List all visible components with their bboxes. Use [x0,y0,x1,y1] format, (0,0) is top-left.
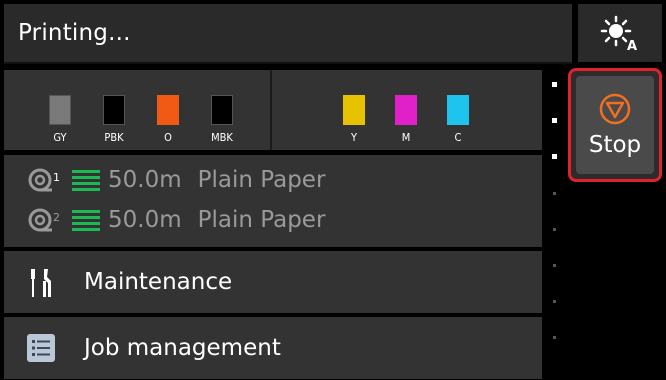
display-settings-button[interactable]: A [578,4,662,62]
ink-color-swatch [343,95,365,125]
job-list-icon [24,331,58,365]
paper-level-indicator [72,169,100,191]
scroll-indicator [550,80,560,370]
ink-color-swatch [395,95,417,125]
stop-icon [599,93,631,125]
maintenance-label: Maintenance [84,269,233,295]
stop-button[interactable]: Stop [568,68,662,182]
ink-color-swatch [103,95,125,125]
ink-tank-c: C [442,95,474,150]
svg-text:1: 1 [53,171,60,184]
roll-2-icon: 2 [28,208,60,232]
ink-group-left: GY PBK O MBK [4,70,272,150]
ink-levels-panel[interactable]: GY PBK O MBK Y M C [4,70,542,150]
paper-info-panel[interactable]: 1 50.0m Plain Paper 2 50.0m Plain Paper [4,155,542,247]
ink-color-swatch [211,95,233,125]
paper-row-roll-2: 2 50.0m Plain Paper [28,207,325,233]
ink-tank-m: M [390,95,422,150]
paper-type: Plain Paper [197,167,326,193]
svg-text:2: 2 [53,211,60,224]
ink-tank-pbk: PBK [98,95,130,150]
ink-color-swatch [447,95,469,125]
paper-amount: 50.0m [108,207,182,233]
stop-button-face: Stop [576,76,654,174]
ink-label: C [454,131,462,144]
job-management-label: Job management [84,335,281,361]
ink-color-swatch [157,95,179,125]
ink-tank-gy: GY [44,95,76,150]
ink-group-right: Y M C [272,70,542,150]
roll-1-icon: 1 [28,168,60,192]
display-brightness-icon: A [600,15,637,53]
printer-panel: Printing... A GY PBK O MBK Y M C 1 50.0m… [0,0,666,380]
ink-tank-mbk: MBK [206,95,238,150]
ink-label: O [164,131,172,144]
stop-label: Stop [588,132,642,158]
paper-row-roll-1: 1 50.0m Plain Paper [28,167,325,193]
ink-color-swatch [49,95,71,125]
paper-level-indicator [72,209,100,231]
job-management-button[interactable]: Job management [4,317,542,379]
ink-label: MBK [211,131,233,144]
status-text: Printing... [18,20,131,46]
ink-label: GY [53,131,67,144]
paper-type: Plain Paper [197,207,326,233]
ink-tank-y: Y [338,95,370,150]
ink-label: Y [350,131,358,144]
status-bar: Printing... [4,4,572,64]
ink-label: PBK [104,131,124,144]
paper-amount: 50.0m [108,167,182,193]
svg-text:A: A [627,39,637,53]
ink-label: M [401,131,411,144]
maintenance-button[interactable]: Maintenance [4,251,542,313]
ink-tank-o: O [152,95,184,150]
maintenance-tools-icon [24,265,58,299]
